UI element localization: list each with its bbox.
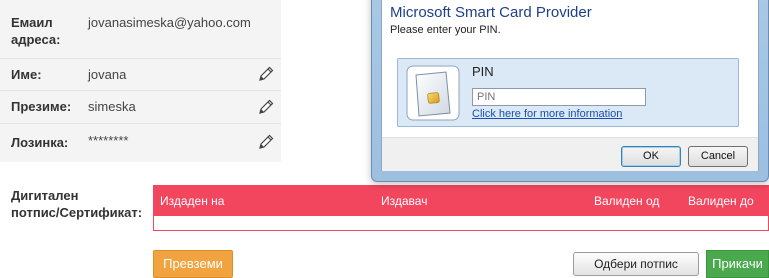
profile-panel: Емаил адреса: jovanasimeska@yahoo.com Им… (0, 0, 281, 162)
pin-heading: PIN (472, 64, 494, 79)
email-label-line1: Емаил (11, 15, 53, 30)
password-value: ******** (88, 133, 129, 148)
surname-value: simeska (88, 99, 136, 114)
surname-row: Презиме: simeska (0, 90, 281, 124)
attach-button[interactable]: Прикачи (706, 250, 769, 278)
dialog-title: Microsoft Smart Card Provider (390, 4, 592, 21)
password-row: Лозинка: ******** (0, 123, 281, 161)
dialog-footer: OK Cancel (382, 137, 758, 171)
smart-card-icon (406, 65, 460, 121)
name-value: jovana (88, 67, 127, 82)
certificate-table: Издаден на Издавач Валиден од Валиден до (153, 185, 769, 231)
column-issued-to: Издаден на (160, 194, 225, 208)
pencil-icon[interactable] (257, 65, 275, 83)
password-label: Лозинка: (11, 135, 69, 150)
pin-card-panel: PIN Click here for more information (397, 58, 739, 127)
email-row: Емаил адреса: jovanasimeska@yahoo.com (0, 0, 281, 59)
dialog-subtitle: Please enter your PIN. (390, 24, 501, 36)
smart-card-dialog: Microsoft Smart Card Provider Please ent… (371, 0, 769, 182)
email-label-line2: адреса: (11, 32, 61, 47)
signature-label-line2: потпис/Сертификат: (11, 205, 143, 220)
pin-input[interactable] (472, 88, 646, 106)
name-label: Име: (11, 67, 42, 82)
surname-label: Презиме: (11, 99, 72, 114)
email-value: jovanasimeska@yahoo.com (88, 15, 251, 30)
more-info-link[interactable]: Click here for more information (472, 108, 622, 121)
column-issuer: Издавач (381, 194, 428, 208)
pencil-icon[interactable] (257, 98, 275, 116)
email-label: Емаил адреса: (11, 14, 60, 48)
signature-label: Дигитален потпис/Сертификат: (11, 187, 142, 221)
cancel-button[interactable]: Cancel (688, 146, 748, 167)
certificate-table-header: Издаден на Издавач Валиден од Валиден до (153, 185, 769, 216)
pencil-icon[interactable] (257, 133, 275, 151)
column-valid-to: Валиден до (688, 194, 754, 208)
dialog-content: Microsoft Smart Card Provider Please ent… (381, 0, 759, 171)
column-valid-from: Валиден од (594, 194, 660, 208)
ok-button[interactable]: OK (621, 146, 681, 167)
name-row: Име: jovana (0, 58, 281, 91)
choose-signature-button[interactable]: Одбери потпис (573, 252, 699, 276)
signature-label-line1: Дигитален (11, 188, 79, 203)
download-button[interactable]: Превземи (153, 250, 233, 278)
certificate-table-body (153, 216, 769, 231)
